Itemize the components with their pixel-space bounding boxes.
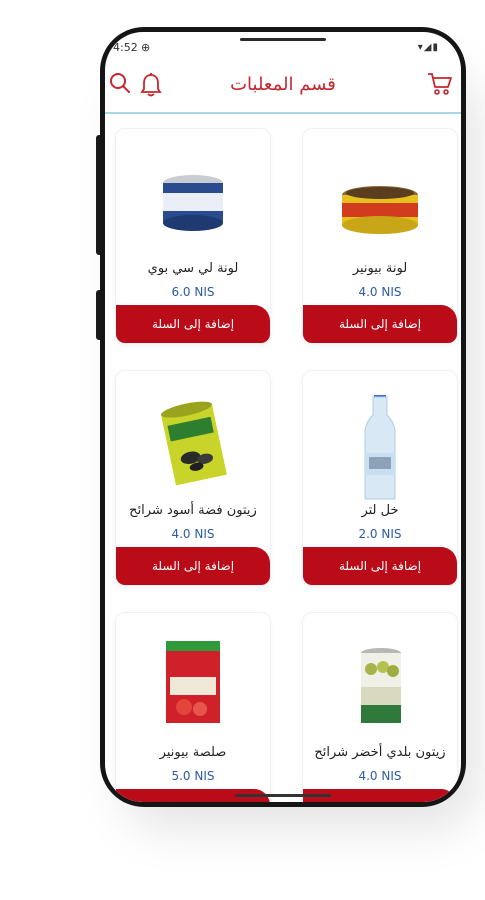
cart-icon[interactable] xyxy=(427,72,453,100)
product-card[interactable]: لونة لي سي بوي 6.0 NIS إضافة إلى السلة xyxy=(115,128,271,344)
phone-frame: 4:52 ⊕ ▾◢▮ قسم المعلبات لونة بيونير 4.0 … xyxy=(100,27,466,807)
product-image xyxy=(116,637,270,737)
status-time: 4:52 xyxy=(113,41,138,54)
product-image xyxy=(303,387,457,500)
product-name: لونة لي سي بوي xyxy=(147,261,239,276)
app-screen: 4:52 ⊕ ▾◢▮ قسم المعلبات لونة بيونير 4.0 … xyxy=(105,32,461,802)
product-name: زيتون فضة أسود شرائح xyxy=(129,503,257,518)
product-name: لونة بيونير xyxy=(352,261,408,276)
add-to-cart-button[interactable]: إضافة إلى السلة xyxy=(116,305,270,343)
product-image xyxy=(116,395,270,495)
product-card[interactable]: زيتون فضة أسود شرائح 4.0 NIS إضافة إلى ا… xyxy=(115,370,271,586)
product-price: 2.0 NIS xyxy=(358,527,402,541)
add-to-cart-button[interactable]: إضافة إلى السلة xyxy=(303,547,457,585)
product-card[interactable]: خل لتر 2.0 NIS إضافة إلى السلة xyxy=(302,370,458,586)
product-price: 6.0 NIS xyxy=(171,285,215,299)
product-name: صلصة بيونير xyxy=(159,745,227,760)
status-bar: 4:52 ⊕ ▾◢▮ xyxy=(105,40,461,56)
product-image xyxy=(116,153,270,253)
product-price: 4.0 NIS xyxy=(358,769,402,783)
product-card[interactable]: زيتون بلدي أخضر شرائح 4.0 NIS إضافة إلى … xyxy=(302,612,458,802)
page-title: قسم المعلبات xyxy=(230,74,336,95)
product-card[interactable]: صلصة بيونير 5.0 NIS إضافة إلى السلة xyxy=(115,612,271,802)
product-name: زيتون بلدي أخضر شرائح xyxy=(314,745,446,760)
globe-icon: ⊕ xyxy=(141,41,151,54)
product-card[interactable]: لونة بيونير 4.0 NIS إضافة إلى السلة xyxy=(302,128,458,344)
product-image xyxy=(303,153,457,253)
signal-battery-icons: ▾◢▮ xyxy=(417,42,439,53)
add-to-cart-button[interactable]: إضافة إلى السلة xyxy=(303,305,457,343)
product-price: 4.0 NIS xyxy=(171,527,215,541)
product-image xyxy=(303,637,457,737)
app-header: قسم المعلبات xyxy=(105,60,461,114)
product-price: 5.0 NIS xyxy=(171,769,215,783)
home-indicator xyxy=(235,794,331,797)
product-name: خل لتر xyxy=(361,503,399,518)
product-price: 4.0 NIS xyxy=(358,285,402,299)
add-to-cart-button[interactable]: إضافة إلى السلة xyxy=(116,547,270,585)
